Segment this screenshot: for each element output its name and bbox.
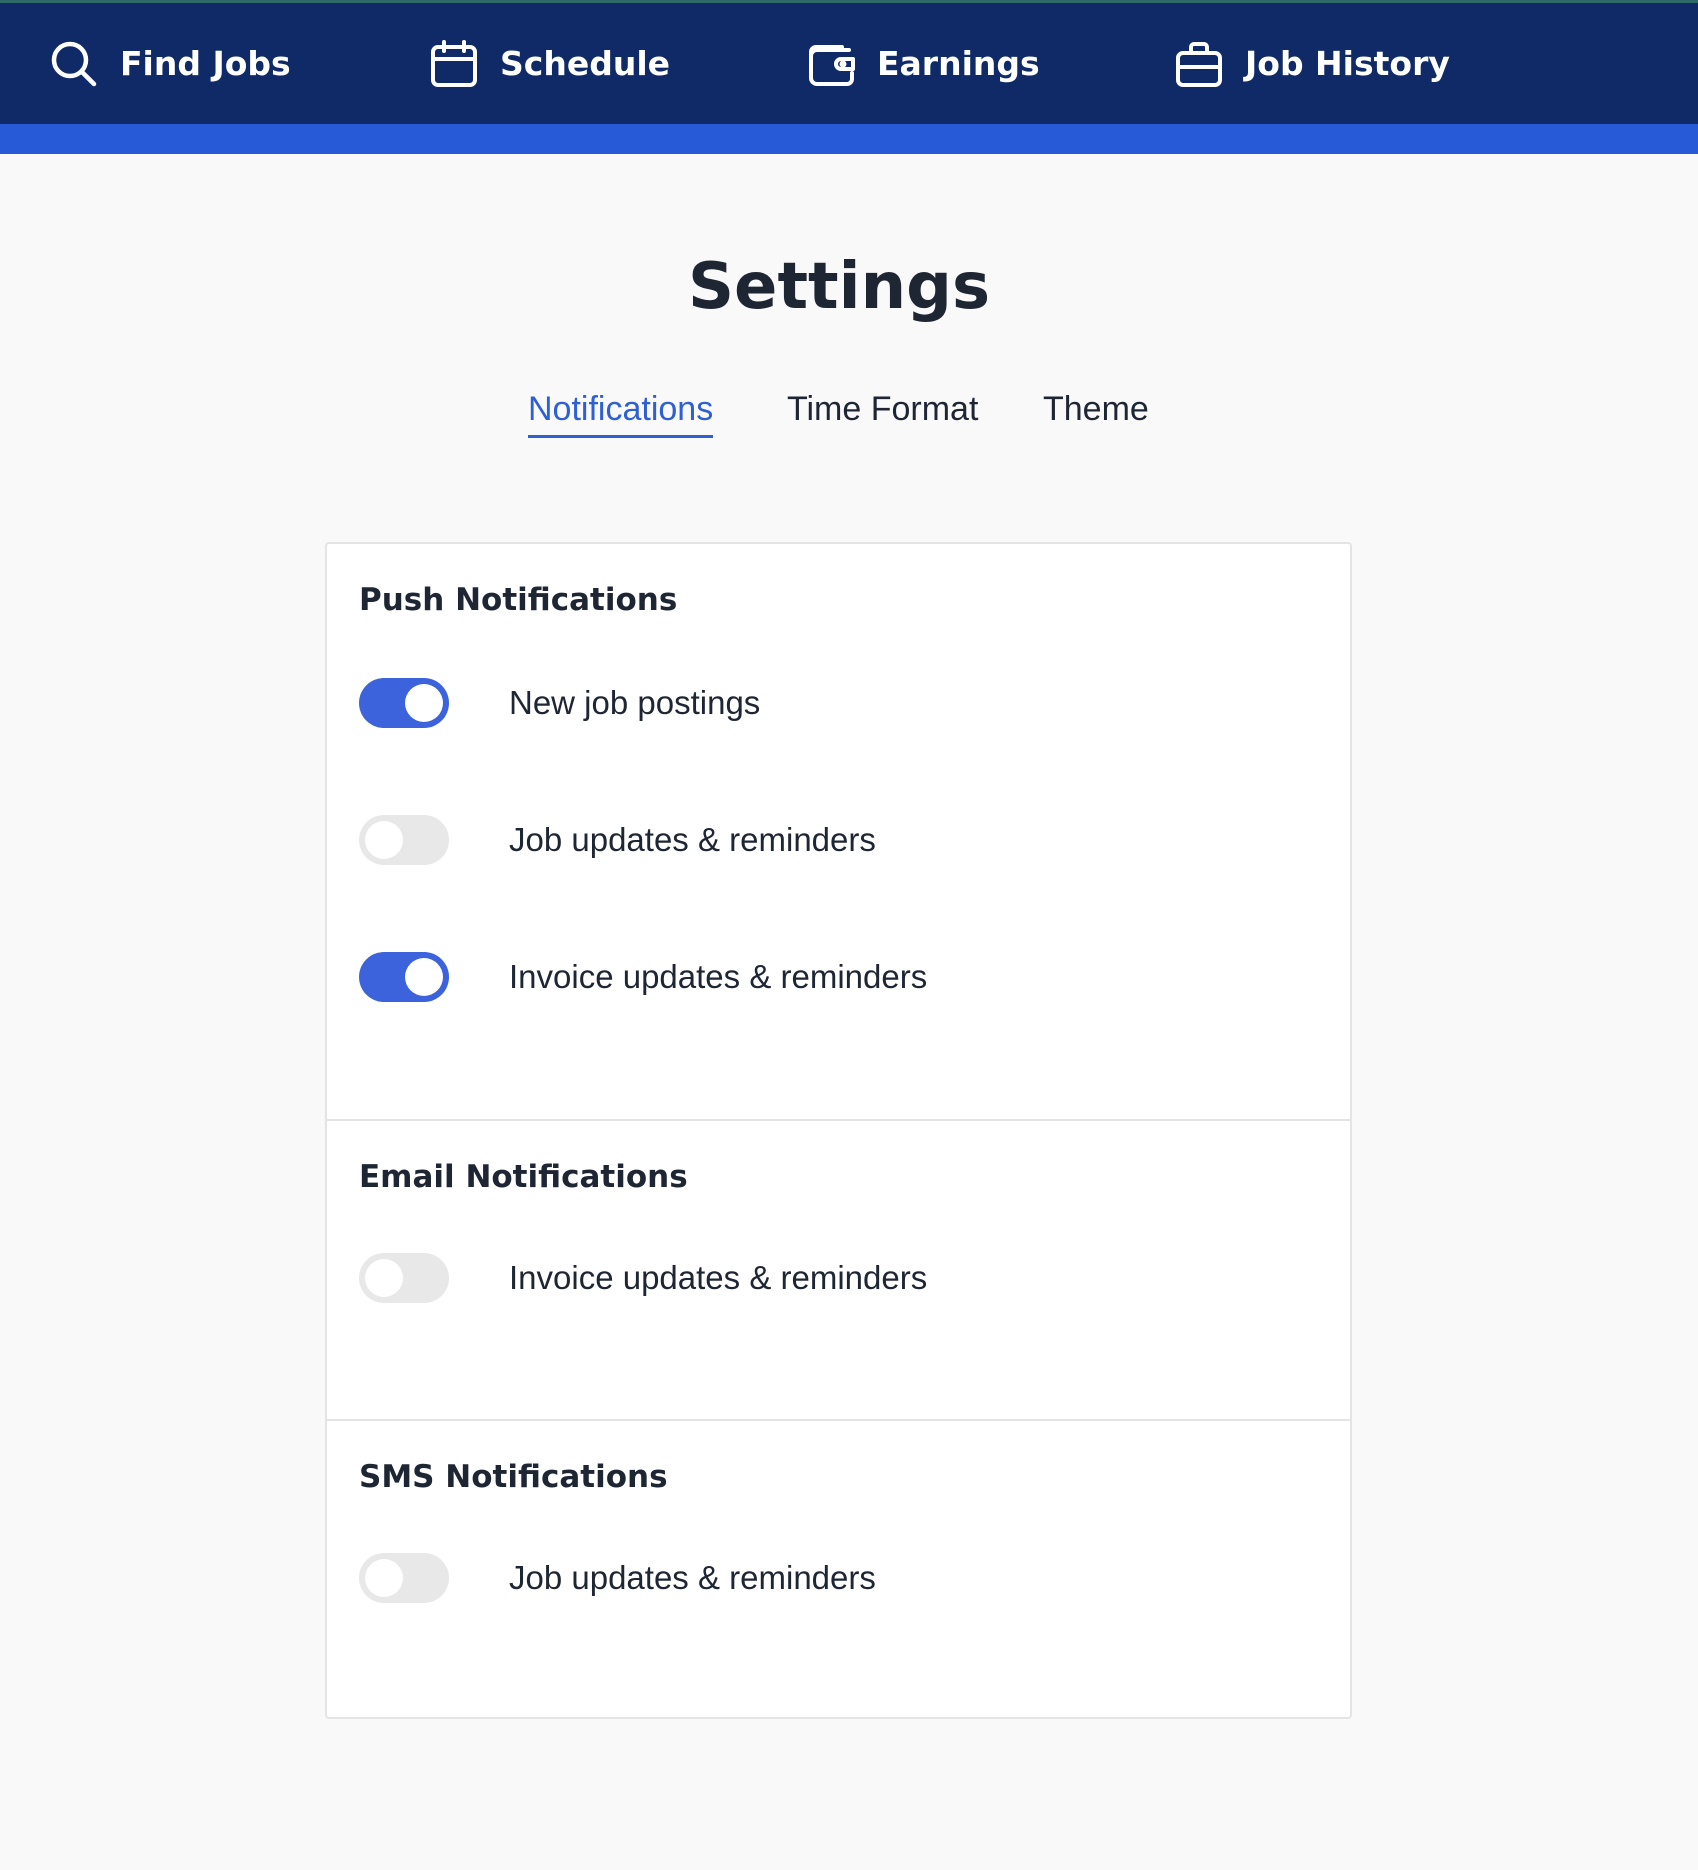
top-nav: Find Jobs Schedule Earnings Job History xyxy=(0,0,1698,124)
setting-label: New job postings xyxy=(509,684,761,721)
page-title: Settings xyxy=(687,250,991,324)
toggle-switch[interactable] xyxy=(359,678,449,728)
nav-job-history[interactable]: Job History xyxy=(1173,3,1450,124)
nav-find-jobs[interactable]: Find Jobs xyxy=(48,3,291,124)
notifications-card: Push Notifications New job postings Job … xyxy=(325,542,1352,1719)
setting-label: Job updates & reminders xyxy=(509,1559,876,1596)
setting-row: Job updates & reminders xyxy=(359,815,1259,865)
nav-schedule[interactable]: Schedule xyxy=(428,3,670,124)
toggle-switch[interactable] xyxy=(359,1553,449,1603)
nav-label: Find Jobs xyxy=(120,44,291,83)
toggle-knob xyxy=(365,1259,403,1297)
toggle-knob xyxy=(365,821,403,859)
search-icon xyxy=(48,38,100,90)
setting-row: Invoice updates & reminders xyxy=(359,952,1259,1002)
toggle-switch[interactable] xyxy=(359,815,449,865)
setting-row: Job updates & reminders xyxy=(359,1553,1259,1603)
briefcase-icon xyxy=(1173,38,1225,90)
section-title: Push Notifications xyxy=(359,582,678,618)
setting-row: New job postings xyxy=(359,678,1259,728)
section-title: SMS Notifications xyxy=(359,1459,668,1495)
settings-tabs: Notifications Time Format Theme xyxy=(0,390,1678,440)
nav-label: Schedule xyxy=(500,44,671,83)
email-notifications-section: Email Notifications Invoice updates & re… xyxy=(327,1119,1350,1419)
wallet-icon xyxy=(805,38,857,90)
setting-label: Invoice updates & reminders xyxy=(509,1259,928,1296)
push-notifications-section: Push Notifications New job postings Job … xyxy=(327,544,1350,1119)
setting-label: Job updates & reminders xyxy=(509,821,876,858)
setting-row: Invoice updates & reminders xyxy=(359,1253,1259,1303)
toggle-knob xyxy=(405,958,443,996)
accent-bar xyxy=(0,124,1698,154)
toggle-switch[interactable] xyxy=(359,1253,449,1303)
tab-time-format[interactable]: Time Format xyxy=(787,390,978,435)
toggle-knob xyxy=(405,684,443,722)
section-title: Email Notifications xyxy=(359,1159,688,1195)
toggle-knob xyxy=(365,1559,403,1597)
nav-earnings[interactable]: Earnings xyxy=(805,3,1040,124)
nav-label: Job History xyxy=(1245,44,1450,83)
toggle-switch[interactable] xyxy=(359,952,449,1002)
sms-notifications-section: SMS Notifications Job updates & reminder… xyxy=(327,1419,1350,1719)
tab-theme[interactable]: Theme xyxy=(1043,390,1149,435)
tab-notifications[interactable]: Notifications xyxy=(528,390,714,438)
nav-label: Earnings xyxy=(877,44,1040,83)
setting-label: Invoice updates & reminders xyxy=(509,958,928,995)
calendar-icon xyxy=(428,38,480,90)
